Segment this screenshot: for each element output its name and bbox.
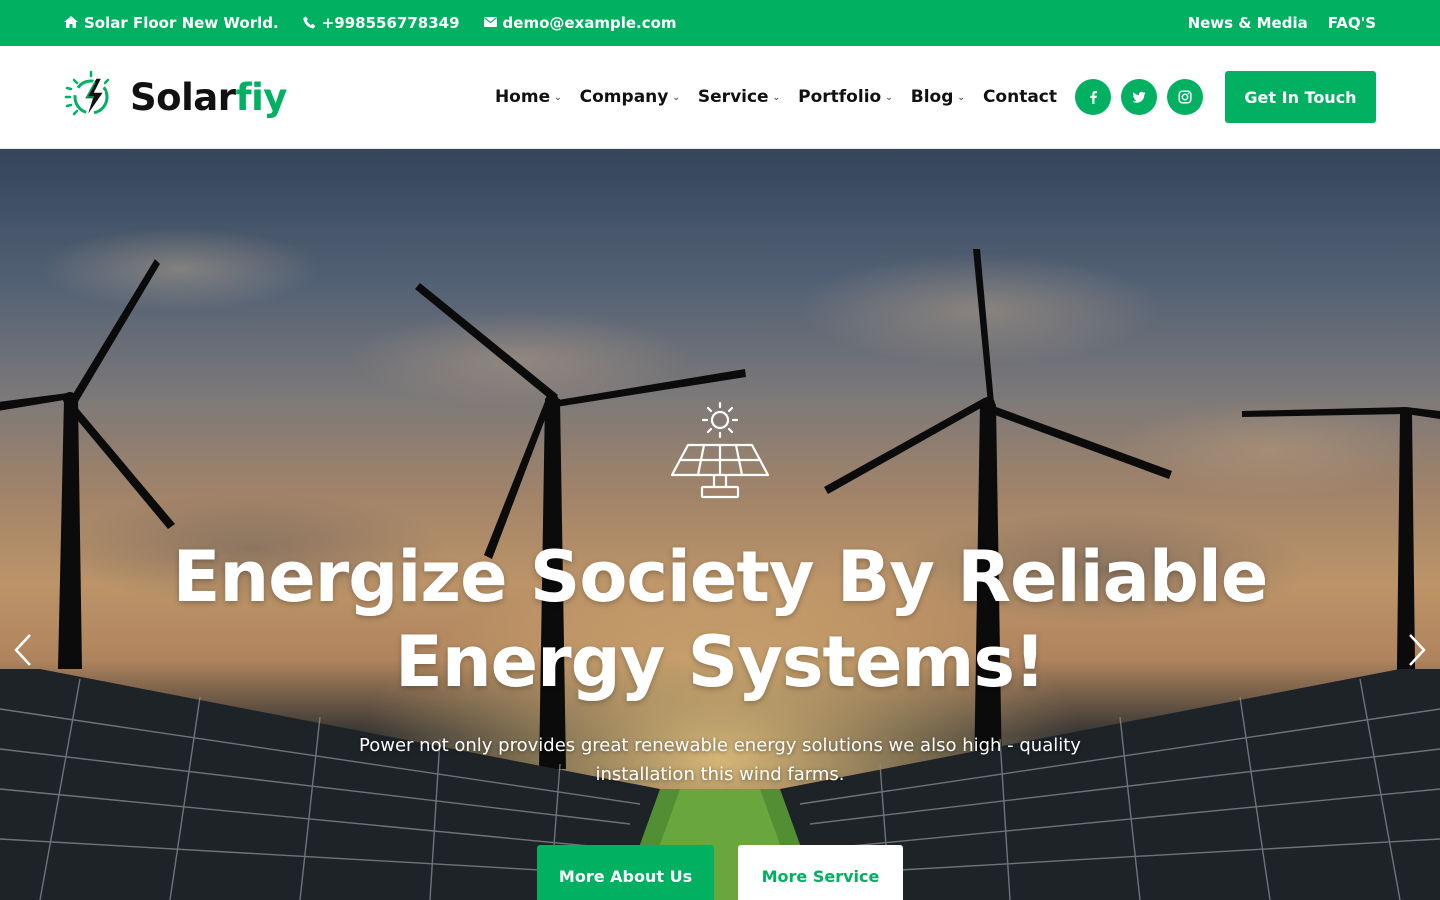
news-media-link[interactable]: News & Media [1188,14,1308,32]
envelope-icon [483,17,497,29]
email-text: demo@example.com [502,14,677,32]
nav-item-portfolio[interactable]: Portfolio ⌄ [798,87,893,107]
more-about-us-button[interactable]: More About Us [537,845,714,900]
facebook-icon[interactable] [1075,79,1111,115]
nav-item-service[interactable]: Service ⌄ [698,87,780,107]
main-header: Solarfiy Home ⌄ Company ⌄ Service ⌄ Port… [0,46,1440,149]
chevron-down-icon: ⌄ [957,93,965,103]
phone-text: +998556778349 [321,14,460,32]
logo-text: Solarfiy [130,76,287,119]
logo[interactable]: Solarfiy [64,70,287,124]
hero-title: Energize Society By Reliable Energy Syst… [172,536,1269,703]
top-bar-address: Solar Floor New World. [64,14,279,32]
nav-item-company[interactable]: Company ⌄ [580,87,680,107]
hero-buttons: More About Us More Service [537,845,903,900]
logo-text-part2: fiy [235,75,287,119]
top-bar-links: News & Media FAQ'S [1188,14,1376,32]
chevron-down-icon: ⌄ [772,93,781,103]
hero-slider: Energize Society By Reliable Energy Syst… [0,149,1440,900]
top-bar-contact: Solar Floor New World. +998556778349 dem… [64,14,677,32]
top-bar-phone[interactable]: +998556778349 [303,14,460,32]
address-text: Solar Floor New World. [84,14,279,32]
twitter-icon[interactable] [1121,79,1157,115]
hero-content: Energize Society By Reliable Energy Syst… [0,401,1440,900]
solar-panel-icon [668,401,772,509]
faqs-link[interactable]: FAQ'S [1328,14,1376,32]
main-nav: Home ⌄ Company ⌄ Service ⌄ Portfolio ⌄ B… [495,71,1376,123]
nav-item-label: Contact [982,87,1057,107]
get-in-touch-button[interactable]: Get In Touch [1225,71,1376,123]
nav-item-blog[interactable]: Blog ⌄ [911,87,965,107]
chevron-down-icon: ⌄ [672,93,680,103]
nav-item-home[interactable]: Home ⌄ [495,87,562,107]
hero-subtitle: Power not only provides great renewable … [359,735,1081,785]
home-icon [64,16,78,30]
nav-item-contact[interactable]: Contact [983,87,1057,107]
nav-item-label: Blog [910,87,954,107]
nav-item-label: Home [494,87,551,107]
chevron-down-icon: ⌄ [554,93,562,103]
more-service-button[interactable]: More Service [738,845,903,900]
top-bar-email[interactable]: demo@example.com [483,14,677,32]
nav-item-label: Service [697,87,769,107]
nav-item-label: Portfolio [798,87,882,107]
social-links [1075,79,1203,115]
nav-item-label: Company [579,87,669,107]
bolt-logo-icon [64,70,110,119]
chevron-down-icon: ⌄ [885,93,893,103]
logo-text-part1: Solar [130,75,236,119]
top-bar: Solar Floor New World. +998556778349 dem… [0,0,1440,46]
phone-icon [303,16,316,31]
instagram-icon[interactable] [1167,79,1203,115]
